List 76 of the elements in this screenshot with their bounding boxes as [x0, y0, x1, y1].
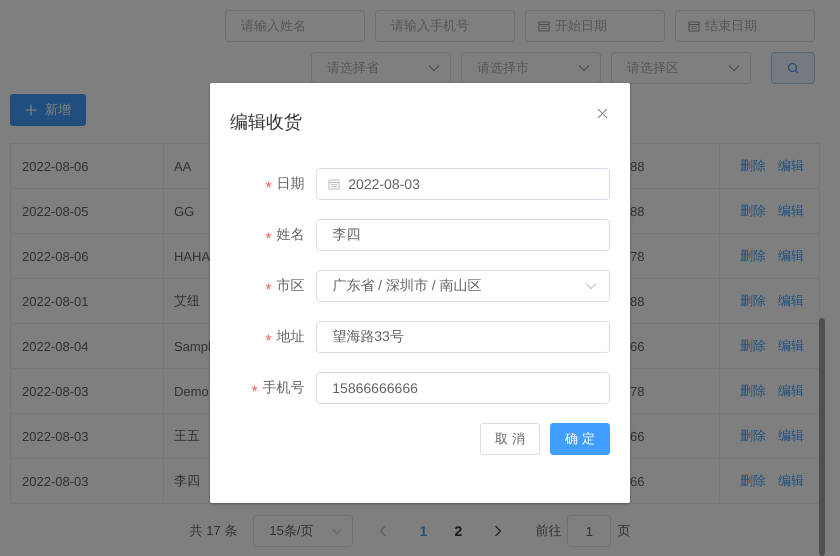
table-cell: 2022-08-06 [22, 248, 88, 264]
cancel-button[interactable]: 取 消 [480, 423, 540, 455]
page-button[interactable]: 1 [408, 515, 438, 547]
delete-link[interactable]: 删除 [740, 472, 766, 490]
chevron-down-icon [728, 64, 740, 72]
page-size-select[interactable]: 15条/页 [253, 515, 354, 547]
chevron-right-icon [494, 525, 502, 537]
delete-link[interactable]: 删除 [740, 382, 766, 400]
table-cell: 66 [630, 428, 644, 444]
table-cell: Demo [174, 384, 209, 398]
edit-link[interactable]: 编辑 [778, 427, 804, 445]
delete-link[interactable]: 删除 [740, 157, 766, 175]
field-label: 姓名 [276, 226, 304, 244]
dialog-title: 编辑收货 [230, 110, 302, 134]
input-field[interactable]: 15866666666 [316, 372, 610, 404]
confirm-button[interactable]: 确 定 [550, 423, 610, 455]
calendar-icon [538, 20, 550, 32]
goto-label: 前往 [535, 522, 562, 540]
chevron-down-icon [578, 64, 590, 72]
field-label: 手机号 [262, 379, 304, 397]
table-cell: 艾纽 [174, 292, 200, 310]
chevron-down-icon [332, 528, 342, 534]
page-number-field[interactable]: 1 [567, 515, 612, 547]
table-cell: 2022-08-05 [22, 204, 88, 218]
select-field[interactable]: 广东省 / 深圳市 / 南山区 [316, 270, 610, 302]
table-cell: GG [174, 204, 194, 218]
edit-link[interactable]: 编辑 [778, 202, 804, 220]
table-cell: 2022-08-03 [22, 474, 88, 488]
chevron-left-icon [379, 525, 388, 537]
table-cell: 88 [630, 294, 644, 308]
table-cell: 王五 [174, 427, 200, 445]
table-cell: 2022-08-03 [22, 428, 88, 444]
field-label: 市区 [276, 277, 304, 295]
calendar-icon [328, 178, 340, 190]
table-cell: 2022-08-01 [22, 294, 88, 308]
date-field[interactable]: 2022-08-03 [316, 168, 610, 200]
total-count: 共 17 条 [190, 522, 238, 540]
table-cell: 66 [630, 474, 644, 488]
table-cell: 66 [630, 338, 644, 354]
delete-link[interactable]: 删除 [740, 202, 766, 220]
edit-link[interactable]: 编辑 [778, 337, 804, 355]
page-button[interactable]: 2 [443, 515, 474, 547]
search-icon [787, 62, 799, 74]
edit-link[interactable]: 编辑 [778, 382, 804, 400]
delete-link[interactable]: 删除 [740, 427, 766, 445]
scrollbar[interactable] [819, 318, 825, 556]
table-cell: 李四 [174, 472, 200, 490]
table-cell: AA [174, 158, 192, 174]
table-cell: 88 [630, 158, 644, 174]
calendar-icon [688, 20, 700, 32]
edit-link[interactable]: 编辑 [778, 247, 804, 265]
field-label: 地址 [276, 328, 304, 346]
edit-link[interactable]: 编辑 [778, 472, 804, 490]
chevron-down-icon [585, 282, 597, 290]
table-cell: Sampl [174, 338, 211, 354]
table-cell: 2022-08-03 [22, 384, 88, 398]
edit-link[interactable]: 编辑 [778, 157, 804, 175]
input-field[interactable]: 李四 [316, 219, 610, 251]
delete-link[interactable]: 删除 [740, 247, 766, 265]
page-suffix: 页 [617, 522, 630, 540]
table-cell: HAHA [174, 248, 210, 264]
edit-link[interactable]: 编辑 [778, 292, 804, 310]
plus-icon [25, 104, 37, 116]
delete-link[interactable]: 删除 [740, 337, 766, 355]
table-cell: 2022-08-04 [22, 338, 88, 354]
table-cell: 88 [630, 204, 644, 218]
close-icon[interactable] [597, 108, 608, 118]
chevron-down-icon [428, 64, 440, 72]
table-cell: 2022-08-06 [22, 158, 88, 174]
search-button[interactable] [771, 52, 815, 84]
input-field[interactable]: 望海路33号 [316, 321, 610, 353]
add-button[interactable]: 新增 [10, 94, 86, 126]
table-cell: 78 [630, 248, 644, 264]
delete-link[interactable]: 删除 [740, 292, 766, 310]
field-label: 日期 [276, 175, 304, 193]
table-cell: 78 [630, 384, 644, 398]
